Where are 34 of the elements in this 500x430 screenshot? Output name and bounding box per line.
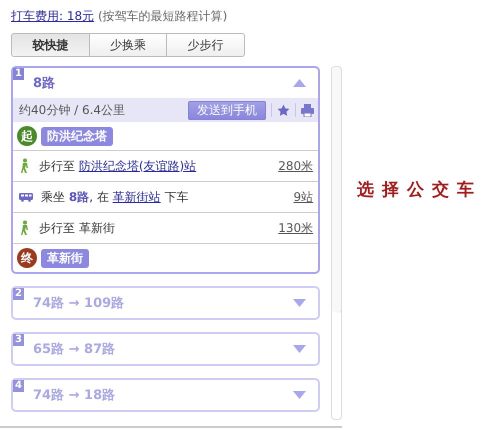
route-number: 1: [13, 68, 24, 80]
route-summary: 约40分钟 / 6.4公里: [19, 102, 126, 118]
star-icon[interactable]: [277, 104, 290, 116]
start-stop-label: 防洪纪念塔: [41, 126, 113, 146]
fare-note: 打车费用: 18元 (按驾车的最短路程计算): [11, 8, 228, 25]
end-stop-label: 革新街: [41, 248, 89, 268]
sort-tab[interactable]: 较快捷: [11, 33, 90, 57]
distance-link[interactable]: 280米: [278, 158, 314, 174]
step-text: 乘坐 8路, 在 革新街站 下车: [41, 188, 190, 206]
stop-link[interactable]: 防洪纪念塔(友谊路)站: [78, 158, 196, 172]
taxi-fare-link[interactable]: 打车费用: 18元: [11, 9, 94, 23]
start-badge: 起: [17, 126, 37, 146]
route-number: 3: [13, 334, 24, 346]
step-text: 步行至 革新街: [39, 220, 116, 236]
distance-link[interactable]: 130米: [278, 220, 314, 236]
walking-person-icon: [19, 220, 31, 236]
stop-link[interactable]: 革新街站: [112, 190, 161, 204]
expand-arrow-icon[interactable]: [293, 345, 306, 353]
distance-link[interactable]: 9站: [294, 188, 314, 206]
scrollbar-thumb[interactable]: [332, 67, 342, 313]
caption-text: 选择公交车: [357, 179, 482, 201]
sort-tab[interactable]: 少步行: [166, 33, 246, 57]
bus-icon: [19, 192, 33, 202]
collapse-arrow-icon[interactable]: [293, 79, 306, 87]
sort-tab[interactable]: 少换乘: [88, 33, 168, 57]
route-number: 2: [13, 288, 24, 300]
walking-person-icon: [19, 158, 31, 174]
expand-arrow-icon[interactable]: [293, 299, 306, 307]
step-text: 步行至 防洪纪念塔(友谊路)站: [39, 158, 198, 174]
print-icon[interactable]: [301, 104, 314, 116]
route-title[interactable]: 8路: [33, 74, 56, 92]
end-badge: 终: [17, 248, 37, 268]
expand-arrow-icon[interactable]: [293, 391, 306, 399]
route-number: 4: [13, 380, 24, 392]
